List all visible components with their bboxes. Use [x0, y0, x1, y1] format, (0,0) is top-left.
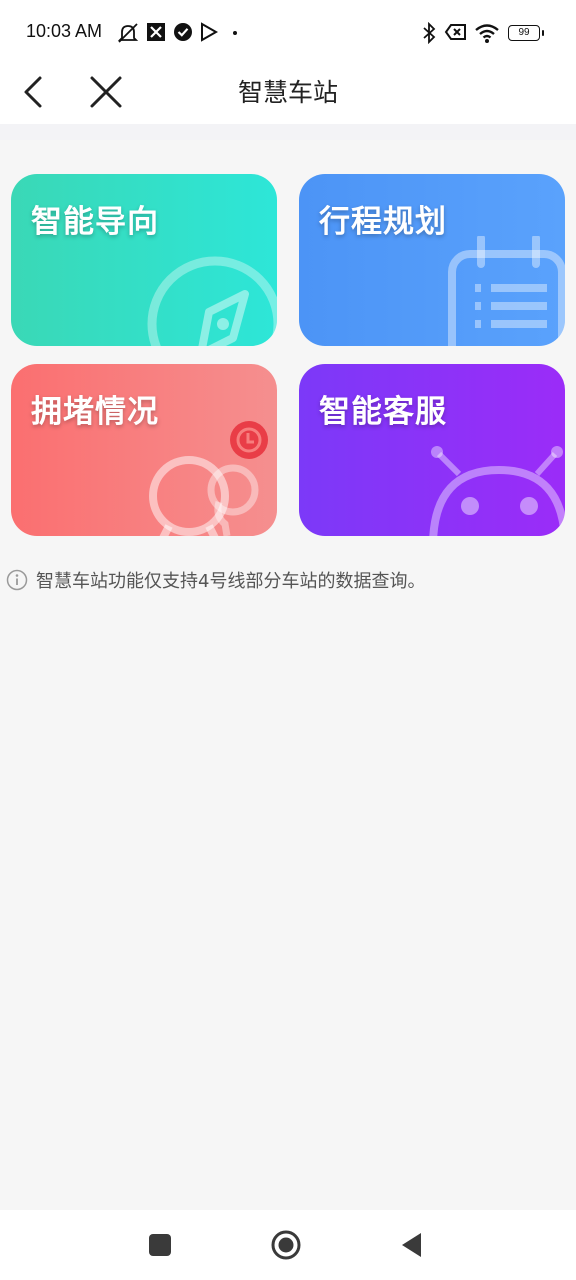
bluetooth-icon	[423, 22, 436, 44]
mute-icon	[117, 23, 139, 43]
calendar-icon	[448, 236, 565, 346]
home-circle-icon[interactable]	[269, 1228, 303, 1262]
notice-text: 智慧车站功能仅支持4号线部分车站的数据查询。	[36, 571, 426, 592]
back-triangle-icon[interactable]	[395, 1228, 429, 1262]
close-box-icon	[444, 24, 466, 40]
play-icon	[201, 22, 219, 42]
robot-icon	[429, 446, 565, 536]
card-title: 行程规划	[319, 204, 447, 240]
status-time: 10:03 AM	[26, 21, 103, 41]
notice: 智慧车站功能仅支持4号线部分车站的数据查询。	[6, 566, 566, 592]
card-smart-customer-service[interactable]: 智能客服	[299, 364, 565, 536]
page-title: 智慧车站	[237, 78, 338, 107]
status-bar: 10:03 AM 99	[0, 0, 576, 66]
header: 智慧车站	[0, 66, 576, 124]
card-title: 智能客服	[319, 394, 447, 430]
card-title: 智能导向	[31, 204, 159, 240]
system-nav-bar	[0, 1210, 576, 1280]
card-congestion-status[interactable]: 拥堵情况	[11, 364, 277, 536]
header-divider	[0, 124, 576, 140]
app-icon	[147, 23, 165, 41]
dot-icon	[233, 31, 237, 35]
info-icon	[6, 569, 28, 591]
card-trip-planning[interactable]: 行程规划	[299, 174, 565, 346]
battery-icon: 99	[508, 25, 544, 41]
recents-square-icon[interactable]	[143, 1228, 177, 1262]
compass-icon	[147, 256, 277, 346]
check-badge-icon	[174, 23, 192, 41]
crowd-icon	[149, 421, 268, 536]
wifi-icon	[475, 24, 499, 43]
card-smart-navigation[interactable]: 智能导向	[11, 174, 277, 346]
